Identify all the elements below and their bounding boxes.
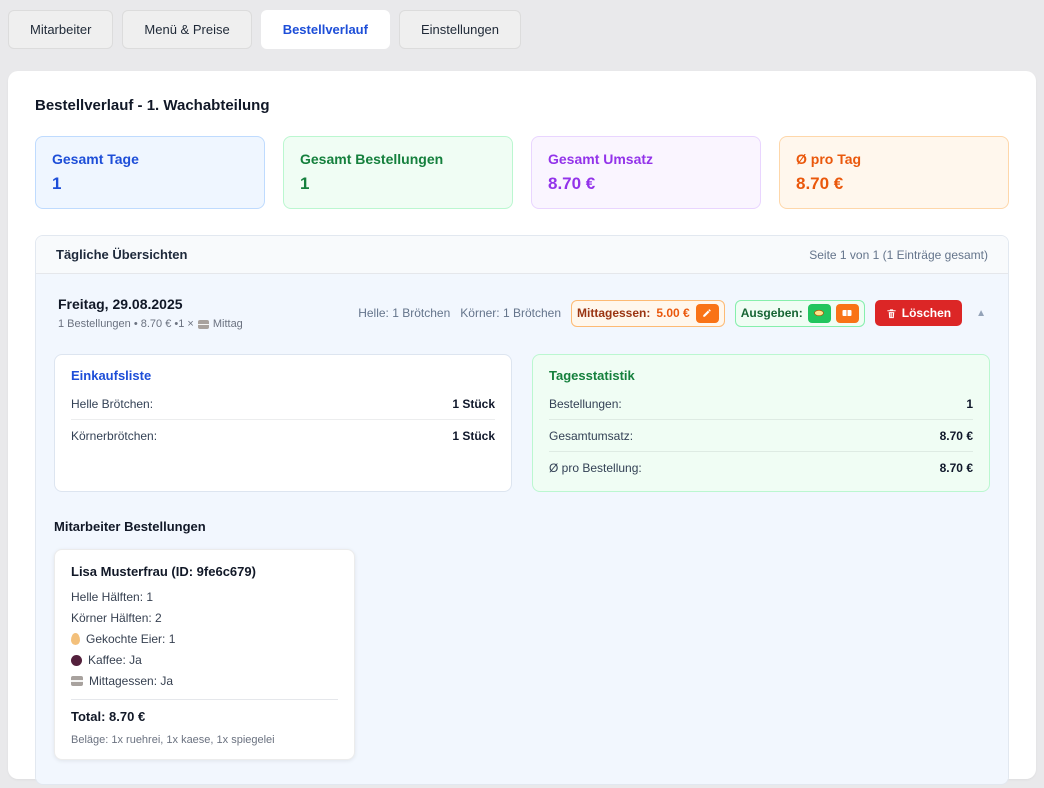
delete-day-button[interactable]: Löschen (875, 300, 962, 326)
order-line: Kaffee: Ja (71, 653, 338, 667)
lunch-icon (71, 676, 83, 686)
day-summary-text: 1 Bestellungen • 8.70 € •1 × (58, 318, 194, 330)
day-detail-row: Einkaufsliste Helle Brötchen: 1 Stück Kö… (54, 354, 990, 492)
day-controls: Helle: 1 Brötchen Körner: 1 Brötchen Mit… (358, 300, 986, 327)
shopping-list-title: Einkaufsliste (71, 368, 495, 383)
row-value: 8.70 € (940, 429, 973, 443)
order-line-text: Helle Hälften: 1 (71, 590, 153, 604)
order-line-text: Gekochte Eier: 1 (86, 632, 175, 646)
order-line-text: Mittagessen: Ja (89, 674, 173, 688)
stat-label: Gesamt Bestellungen (300, 151, 496, 167)
order-line-text: Kaffee: Ja (88, 653, 142, 667)
collapse-day-button[interactable]: ▲ (976, 308, 986, 319)
panel-title: Tägliche Übersichten (56, 247, 187, 262)
employee-orders-title: Mitarbeiter Bestellungen (54, 519, 990, 534)
order-line: Gekochte Eier: 1 (71, 632, 338, 646)
order-toppings: Beläge: 1x ruehrei, 1x kaese, 1x spiegel… (71, 734, 338, 746)
lunchbox-icon (841, 307, 853, 319)
egg-icon (71, 633, 80, 645)
stat-card-gesamt-tage: Gesamt Tage 1 (35, 136, 265, 209)
day-header-row: Freitag, 29.08.2025 1 Bestellungen • 8.7… (54, 296, 990, 330)
day-date: Freitag, 29.08.2025 (58, 296, 243, 312)
table-row: Körnerbrötchen: 1 Stück (71, 420, 495, 451)
panel-body: Freitag, 29.08.2025 1 Bestellungen • 8.7… (36, 274, 1008, 784)
order-line: Mittagessen: Ja (71, 674, 338, 688)
helle-count: Helle: 1 Brötchen (358, 306, 450, 320)
day-info: Freitag, 29.08.2025 1 Bestellungen • 8.7… (58, 296, 243, 330)
page-title: Bestellverlauf - 1. Wachabteilung (35, 97, 1009, 114)
stat-label: Gesamt Umsatz (548, 151, 744, 167)
trash-icon (886, 308, 897, 319)
bread-icon (813, 307, 825, 319)
day-statistics-title: Tagesstatistik (549, 368, 973, 383)
lunch-price-value: 5.00 € (656, 306, 689, 320)
edit-lunch-price-button[interactable] (696, 304, 719, 323)
ausgeben-badge: Ausgeben: (735, 300, 865, 327)
stat-label: Gesamt Tage (52, 151, 248, 167)
stat-value: 8.70 € (548, 174, 744, 194)
lunch-price-badge: Mittagessen: 5.00 € (571, 300, 725, 327)
tab-einstellungen[interactable]: Einstellungen (399, 10, 521, 49)
panel-header: Tägliche Übersichten Seite 1 von 1 (1 Ei… (36, 236, 1008, 274)
main-content: Bestellverlauf - 1. Wachabteilung Gesamt… (8, 71, 1036, 779)
order-total: Total: 8.70 € (71, 709, 338, 724)
table-row: Ø pro Bestellung: 8.70 € (549, 452, 973, 483)
pencil-icon (702, 308, 712, 318)
employee-name: Lisa Musterfrau (ID: 9fe6c679) (71, 564, 338, 579)
table-row: Bestellungen: 1 (549, 388, 973, 420)
row-value: 1 Stück (452, 397, 495, 411)
koerner-count: Körner: 1 Brötchen (460, 306, 561, 320)
tab-bar: Mitarbeiter Menü & Preise Bestellverlauf… (0, 0, 1044, 49)
coffee-icon (71, 655, 82, 666)
distribute-lunch-button[interactable] (836, 304, 859, 323)
row-label: Gesamtumsatz: (549, 429, 633, 443)
pagination-info: Seite 1 von 1 (1 Einträge gesamt) (809, 248, 988, 262)
row-value: 1 Stück (452, 429, 495, 443)
row-label: Bestellungen: (549, 397, 622, 411)
divider (71, 699, 338, 700)
stat-card-avg-pro-tag: Ø pro Tag 8.70 € (779, 136, 1009, 209)
delete-button-label: Löschen (902, 306, 951, 320)
row-label: Helle Brötchen: (71, 397, 153, 411)
day-summary-lunch-label: Mittag (213, 318, 243, 330)
ausgeben-label: Ausgeben: (741, 306, 803, 320)
employee-order-card: Lisa Musterfrau (ID: 9fe6c679) Helle Häl… (54, 549, 355, 760)
tab-menu-preise[interactable]: Menü & Preise (122, 10, 251, 49)
table-row: Helle Brötchen: 1 Stück (71, 388, 495, 420)
row-value: 8.70 € (940, 461, 973, 475)
day-summary: 1 Bestellungen • 8.70 € •1 × Mittag (58, 318, 243, 330)
order-line-text: Körner Hälften: 2 (71, 611, 162, 625)
daily-overview-panel: Tägliche Übersichten Seite 1 von 1 (1 Ei… (35, 235, 1009, 785)
day-statistics-card: Tagesstatistik Bestellungen: 1 Gesamtums… (532, 354, 990, 492)
stat-card-gesamt-bestellungen: Gesamt Bestellungen 1 (283, 136, 513, 209)
tab-mitarbeiter[interactable]: Mitarbeiter (8, 10, 113, 49)
shopping-list-card: Einkaufsliste Helle Brötchen: 1 Stück Kö… (54, 354, 512, 492)
order-line: Körner Hälften: 2 (71, 611, 338, 625)
stat-label: Ø pro Tag (796, 151, 992, 167)
row-value: 1 (966, 397, 973, 411)
distribute-bread-button[interactable] (808, 304, 831, 323)
stat-card-gesamt-umsatz: Gesamt Umsatz 8.70 € (531, 136, 761, 209)
stat-value: 8.70 € (796, 174, 992, 194)
tab-bestellverlauf[interactable]: Bestellverlauf (261, 10, 390, 49)
table-row: Gesamtumsatz: 8.70 € (549, 420, 973, 452)
row-label: Ø pro Bestellung: (549, 461, 642, 475)
lunch-icon (198, 320, 209, 329)
stat-value: 1 (300, 174, 496, 194)
stat-value: 1 (52, 174, 248, 194)
order-line: Helle Hälften: 1 (71, 590, 338, 604)
lunch-price-label: Mittagessen: (577, 306, 650, 320)
row-label: Körnerbrötchen: (71, 429, 157, 443)
stats-row: Gesamt Tage 1 Gesamt Bestellungen 1 Gesa… (35, 136, 1009, 209)
